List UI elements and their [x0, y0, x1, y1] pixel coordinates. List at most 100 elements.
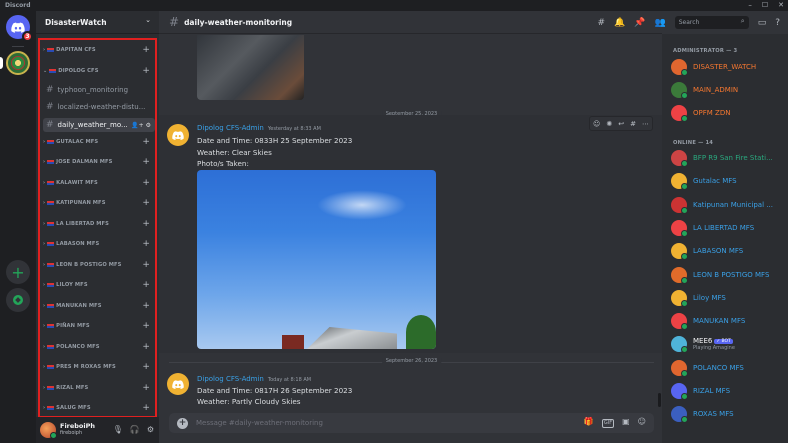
more-options-icon[interactable]: ⋯: [642, 120, 649, 128]
member-name: MANUKAN MFS: [693, 317, 746, 326]
server-icon-disasterwatch[interactable]: [6, 51, 30, 75]
member-item[interactable]: Gutalac MFS: [671, 171, 786, 191]
add-channel-icon[interactable]: +: [142, 321, 150, 331]
emoji-icon[interactable]: ☺: [638, 417, 646, 428]
add-channel-icon[interactable]: +: [142, 219, 150, 229]
minimize-button[interactable]: –: [748, 0, 752, 11]
member-item[interactable]: POLANCO MFS: [671, 358, 786, 378]
add-channel-icon[interactable]: +: [142, 301, 150, 311]
invite-settings-icons[interactable]: 👤+ ⚙: [131, 122, 151, 129]
discover-servers-button[interactable]: [6, 288, 30, 312]
message-avatar[interactable]: [167, 124, 189, 146]
category-gutalac-mfs[interactable]: › GUTALAC MFS +: [40, 136, 155, 148]
member-item[interactable]: OPFM ZDN: [671, 103, 786, 123]
add-channel-icon[interactable]: +: [142, 137, 150, 147]
category-rizal-mfs[interactable]: › RIZAL MFS +: [40, 382, 155, 394]
member-name: MAIN_ADMIN: [693, 86, 739, 94]
category-liloy-mfs[interactable]: › LILOY MFS +: [40, 279, 155, 291]
add-reaction-icon[interactable]: ☺: [593, 120, 600, 128]
category-kalawit-mfs[interactable]: › KALAWIT MFS +: [40, 177, 155, 189]
headphones-icon[interactable]: 🎧: [130, 425, 140, 434]
add-channel-icon[interactable]: +: [142, 198, 150, 208]
sticker-icon[interactable]: ▣: [622, 417, 630, 428]
settings-gear-icon[interactable]: ⚙: [147, 425, 154, 434]
avatar[interactable]: [40, 422, 57, 439]
attach-plus-icon[interactable]: +: [177, 417, 188, 429]
member-item[interactable]: DISASTER_WATCH: [671, 57, 786, 77]
direct-messages-button[interactable]: 3: [6, 15, 33, 42]
message-avatar[interactable]: [167, 373, 189, 395]
create-thread-icon[interactable]: #: [630, 120, 636, 128]
category-leon-b-postigo-mfs[interactable]: › LEON B POSTIGO MFS +: [40, 259, 155, 271]
message-author[interactable]: Dipolog CFS-Admin Yesterday at 8:33 AM: [197, 124, 321, 132]
gif-button[interactable]: GIF: [601, 419, 615, 428]
category-salug-mfs[interactable]: › SALUG MFS +: [40, 402, 155, 414]
fire-truck-icon: [47, 48, 55, 52]
category-la-libertad-mfs[interactable]: › LA LIBERTAD MFS +: [40, 218, 155, 230]
member-item[interactable]: Liloy MFS: [671, 288, 786, 308]
category-pi-an-mfs[interactable]: › PIÑAN MFS +: [40, 320, 155, 332]
scrollbar-thumb[interactable]: [658, 393, 661, 407]
microphone-icon[interactable]: 🎙: [113, 425, 123, 434]
add-channel-icon[interactable]: +: [142, 403, 150, 413]
user-info[interactable]: FireboiPh fireboiph: [60, 423, 95, 437]
message-line: Photo/s Taken:: [197, 159, 249, 168]
inbox-icon[interactable]: ▭: [758, 18, 767, 28]
member-item[interactable]: MANUKAN MFS: [671, 311, 786, 331]
photo-attachment-sky[interactable]: [197, 170, 436, 349]
add-channel-icon[interactable]: +: [142, 178, 150, 188]
member-item[interactable]: LEON B POSTIGO MFS: [671, 265, 786, 285]
pin-icon[interactable]: 📌: [634, 18, 645, 28]
member-item[interactable]: ROXAS MFS: [671, 404, 786, 424]
add-channel-icon[interactable]: +: [142, 280, 150, 290]
discord-app: Discord – ☐ ✕ 3 + DisasterWatch ⌄ › DAPIT…: [0, 0, 788, 443]
category-dapitan-cfs[interactable]: › DAPITAN CFS +: [40, 44, 155, 56]
close-button[interactable]: ✕: [778, 0, 784, 11]
threads-icon[interactable]: #: [598, 18, 606, 28]
add-channel-icon[interactable]: +: [142, 239, 150, 249]
member-item[interactable]: LABASON MFS: [671, 241, 786, 261]
member-item[interactable]: LA LIBERTAD MFS: [671, 218, 786, 238]
member-name: DISASTER_WATCH: [693, 63, 757, 71]
member-item[interactable]: MAIN_ADMIN: [671, 80, 786, 100]
category-katipunan-mfs[interactable]: › KATIPUNAN MFS +: [40, 197, 155, 209]
message-author[interactable]: Dipolog CFS-Admin Today at 8:18 AM: [197, 375, 311, 383]
super-reaction-icon[interactable]: ✺: [606, 120, 612, 128]
member-item[interactable]: BFP R9 San Fire Stati...: [671, 148, 786, 168]
category-manukan-mfs[interactable]: › MANUKAN MFS +: [40, 300, 155, 312]
member-list-icon[interactable]: 👥: [654, 18, 665, 28]
channel-item[interactable]: # localized-weather-distu...: [43, 100, 155, 114]
add-server-button[interactable]: +: [6, 260, 30, 284]
add-channel-icon[interactable]: +: [142, 45, 150, 55]
photo-attachment-previous[interactable]: [197, 35, 304, 100]
category-polanco-mfs[interactable]: › POLANCO MFS +: [40, 341, 155, 353]
member-item[interactable]: MEE6 ✓ BOT Playing Amagine: [671, 334, 786, 354]
channel-item[interactable]: # typhoon_monitoring: [43, 83, 155, 97]
user-panel: FireboiPh fireboiph 🎙 🎧 ⚙: [36, 417, 159, 443]
category-dipolog-cfs[interactable]: ⌄ DIPOLOG CFS +: [40, 65, 155, 77]
category-jose-dalman-mfs[interactable]: › JOSE DALMAN MFS +: [40, 156, 155, 168]
fire-truck-icon: [47, 140, 55, 144]
add-channel-icon[interactable]: +: [142, 260, 150, 270]
add-channel-icon[interactable]: +: [142, 383, 150, 393]
category-labason-mfs[interactable]: › LABASON MFS +: [40, 238, 155, 250]
help-icon[interactable]: ?: [775, 18, 780, 28]
gift-icon[interactable]: 🎁: [584, 417, 594, 428]
channel-item[interactable]: # daily_weather_mo... 👤+ ⚙: [43, 118, 155, 132]
member-item[interactable]: RIZAL MFS: [671, 381, 786, 401]
message-composer[interactable]: + Message #daily-weather-monitoring 🎁 GI…: [169, 413, 654, 433]
maximize-button[interactable]: ☐: [762, 0, 768, 11]
server-header[interactable]: DisasterWatch ⌄: [36, 11, 159, 34]
member-item[interactable]: Katipunan Municipal ...: [671, 195, 786, 215]
search-input[interactable]: Search ⌕: [674, 16, 749, 29]
reply-icon[interactable]: ↩: [618, 120, 624, 128]
add-channel-icon[interactable]: +: [142, 66, 150, 76]
add-channel-icon[interactable]: +: [142, 342, 150, 352]
category-pres-m-roxas-mfs[interactable]: › PRES M ROXAS MFS +: [40, 361, 155, 373]
add-channel-icon[interactable]: +: [142, 157, 150, 167]
member-avatar: [671, 243, 688, 261]
notification-bell-icon[interactable]: 🔔: [614, 18, 625, 28]
add-channel-icon[interactable]: +: [142, 362, 150, 372]
member-name: BFP R9 San Fire Stati...: [693, 154, 773, 162]
chevron-right-icon: ›: [43, 323, 46, 329]
